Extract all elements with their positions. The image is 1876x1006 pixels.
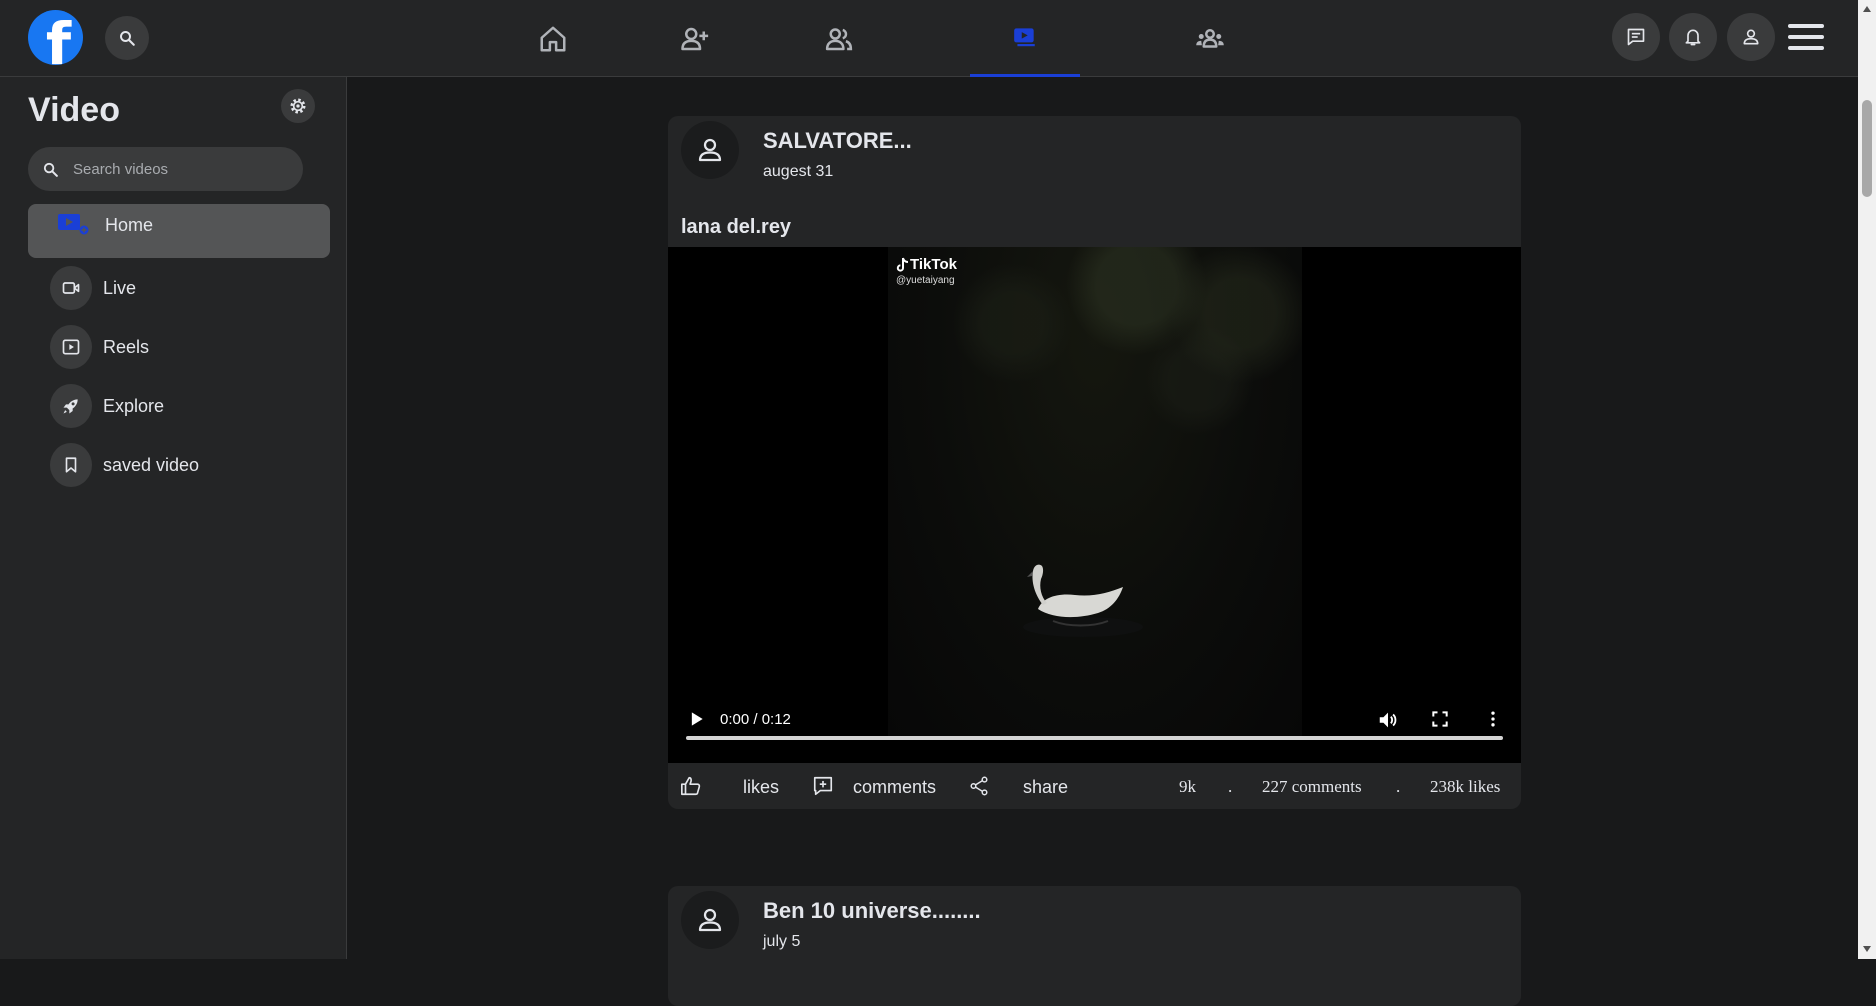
tab-video[interactable] — [970, 0, 1080, 77]
top-navigation-bar: f — [0, 0, 1858, 77]
share-button[interactable]: share — [1023, 777, 1068, 798]
profile-icon — [698, 908, 722, 932]
video-player[interactable]: TikTok @yuetaiyang 0:00 / 0:12 — [668, 247, 1521, 763]
search-videos-input[interactable] — [73, 160, 273, 178]
tab-friend-requests[interactable] — [640, 0, 750, 77]
stats-separator: . — [1396, 777, 1401, 796]
tiktok-handle: @yuetaiyang — [896, 275, 955, 286]
messenger-button[interactable] — [1612, 13, 1660, 61]
post-caption: lana del.rey — [681, 216, 792, 238]
share-icon[interactable] — [968, 775, 990, 797]
page-scrollbar[interactable] — [1858, 0, 1876, 959]
tiktok-brand-text: TikTok — [910, 256, 957, 273]
settings-button[interactable] — [281, 89, 315, 123]
likes-count[interactable]: 238k likes — [1430, 777, 1500, 797]
friends-icon — [825, 27, 853, 50]
fullscreen-button[interactable] — [1430, 709, 1450, 729]
scroll-up-arrow-icon[interactable] — [1863, 6, 1871, 12]
swan-image — [1023, 564, 1143, 637]
profile-button[interactable] — [1727, 13, 1775, 61]
messenger-icon — [1627, 28, 1645, 46]
video-frame: TikTok @yuetaiyang — [888, 247, 1302, 737]
sidebar-item-label: Explore — [103, 396, 165, 416]
video-controls: 0:00 / 0:12 — [668, 697, 1521, 763]
sidebar-item-explore[interactable]: Explore — [50, 384, 320, 428]
video-search-field[interactable] — [28, 147, 303, 191]
sidebar-item-label: saved video — [103, 455, 200, 475]
comment-button[interactable]: comments — [853, 777, 936, 798]
bookmark-icon — [50, 443, 92, 487]
video-progress-bar[interactable] — [686, 736, 1503, 740]
search-icon — [120, 31, 135, 46]
video-post: SALVATORE... augest 31 lana del.rey TikT… — [668, 116, 1521, 809]
home-icon — [540, 26, 566, 51]
post-date: augest 31 — [763, 163, 834, 180]
tiktok-icon — [896, 257, 909, 272]
video-post: Ben 10 universe........ july 5 — [668, 886, 1521, 1006]
menu-line — [1788, 46, 1824, 50]
avatar[interactable] — [681, 121, 739, 179]
live-camera-icon — [50, 266, 92, 310]
facebook-logo[interactable]: f — [28, 10, 83, 65]
like-button[interactable]: likes — [743, 777, 779, 798]
reels-icon — [50, 325, 92, 369]
scrollbar-thumb[interactable] — [1862, 100, 1872, 197]
post-action-bar: likes comments share 9k . 227 comments .… — [668, 763, 1521, 809]
shares-count: 9k — [1179, 777, 1196, 796]
sidebar-item-reels[interactable]: Reels — [50, 325, 320, 369]
add-friend-icon — [681, 27, 709, 50]
sidebar-item-saved-video[interactable]: saved video — [50, 443, 320, 487]
tab-groups[interactable] — [1155, 0, 1265, 77]
tab-friends[interactable] — [784, 0, 894, 77]
post-author[interactable]: SALVATORE... — [763, 128, 912, 154]
scroll-down-arrow-icon[interactable] — [1863, 946, 1871, 952]
tab-home[interactable] — [498, 0, 608, 77]
post-date: july 5 — [763, 933, 801, 950]
rocket-icon — [50, 384, 92, 428]
sidebar-item-label: Live — [103, 278, 137, 298]
tiktok-watermark: TikTok @yuetaiyang — [896, 256, 957, 286]
profile-icon — [1743, 29, 1759, 45]
avatar[interactable] — [681, 891, 739, 949]
notifications-button[interactable] — [1669, 13, 1717, 61]
like-icon[interactable] — [680, 775, 702, 797]
sidebar-item-home[interactable]: Home — [28, 204, 330, 258]
profile-icon — [698, 138, 722, 162]
groups-icon — [1196, 28, 1224, 48]
menu-line — [1788, 24, 1824, 28]
volume-button[interactable] — [1377, 709, 1399, 731]
sidebar-item-label: Reels — [103, 337, 150, 357]
menu-line — [1788, 35, 1824, 39]
video-icon — [1014, 28, 1035, 47]
search-icon — [43, 162, 58, 177]
search-button[interactable] — [105, 16, 149, 60]
facebook-logo-letter: f — [45, 10, 72, 65]
comment-icon[interactable] — [812, 775, 834, 797]
video-time: 0:00 / 0:12 — [720, 711, 791, 728]
hamburger-menu-icon[interactable] — [1788, 24, 1824, 52]
play-button[interactable] — [686, 709, 706, 729]
sidebar-item-live[interactable]: Live — [50, 266, 320, 310]
stats-separator: . — [1228, 777, 1233, 796]
sidebar-title: Video — [28, 91, 120, 129]
gear-icon — [290, 98, 306, 114]
sidebar-item-label: Home — [105, 215, 154, 235]
video-sidebar: Video Home Live Reels Explore saved vide… — [0, 77, 347, 959]
more-options-button[interactable] — [1483, 709, 1503, 729]
comments-count[interactable]: 227 comments — [1262, 777, 1362, 797]
bell-icon — [1685, 29, 1701, 46]
post-author[interactable]: Ben 10 universe........ — [763, 898, 981, 924]
video-play-icon — [58, 214, 89, 235]
